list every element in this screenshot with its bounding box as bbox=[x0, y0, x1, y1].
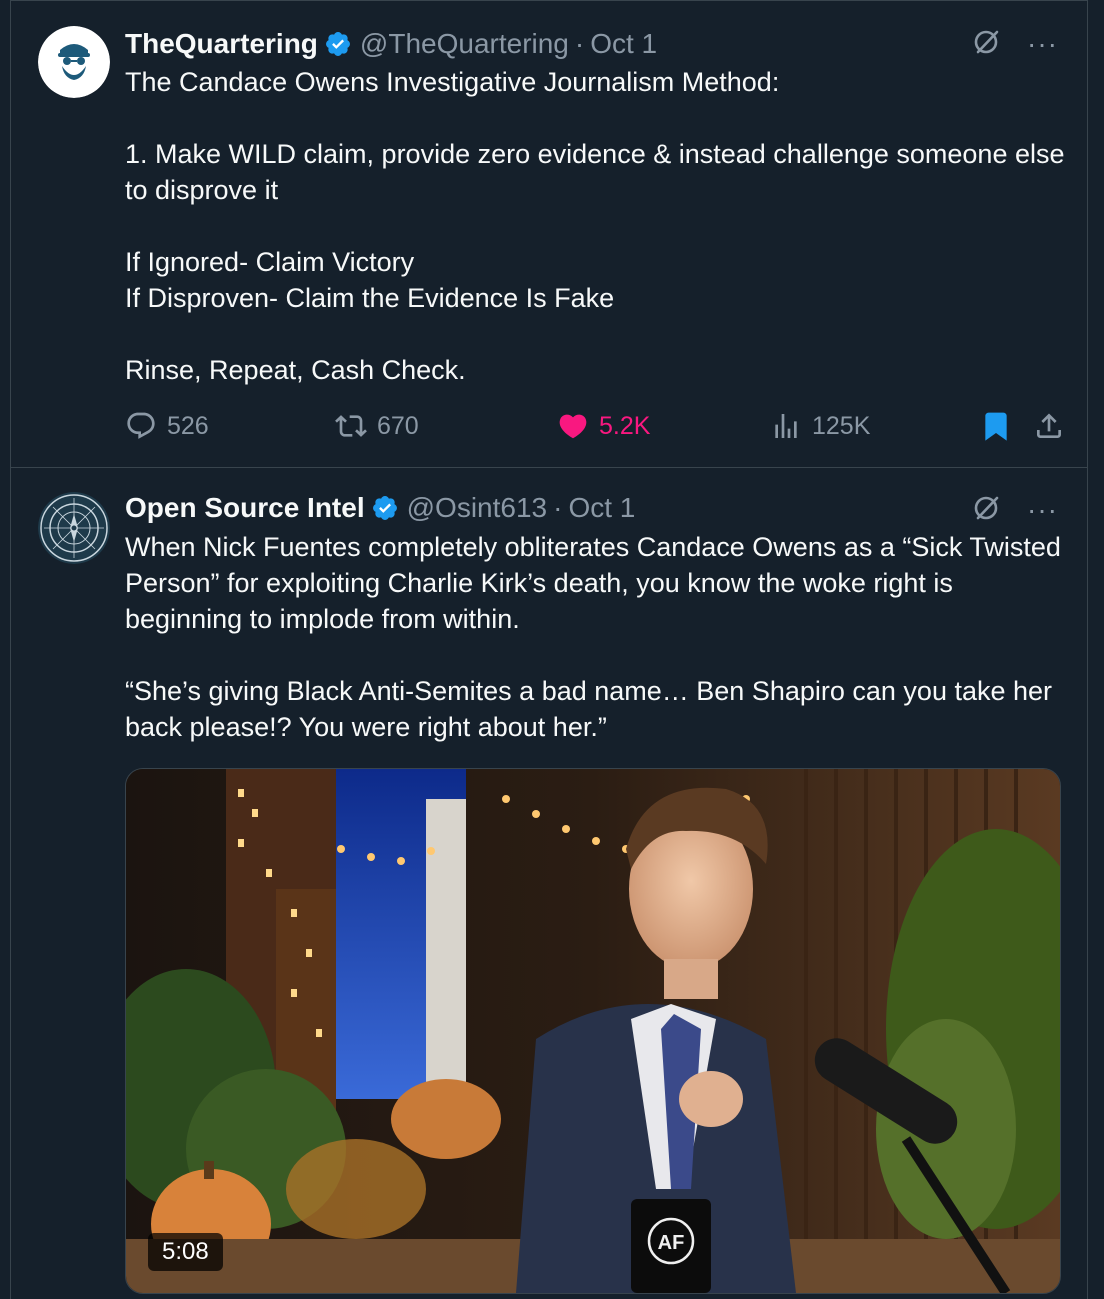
repost-count: 670 bbox=[377, 411, 419, 440]
verified-badge-icon[interactable] bbox=[371, 494, 399, 522]
views-count: 125K bbox=[812, 411, 871, 440]
heart-icon bbox=[559, 414, 587, 439]
grok-icon[interactable] bbox=[971, 493, 1001, 528]
text-line: “She’s giving Black Anti-Semites a bad n… bbox=[125, 676, 1053, 742]
tweet-text: When Nick Fuentes completely obliterates… bbox=[125, 529, 1065, 745]
verified-badge-icon[interactable] bbox=[324, 30, 352, 58]
repost-button[interactable]: 670 bbox=[335, 410, 419, 442]
grok-icon[interactable] bbox=[971, 27, 1001, 62]
avatar-thequartering[interactable] bbox=[38, 26, 110, 98]
bookmark-button[interactable] bbox=[980, 410, 1022, 442]
like-count: 5.2K bbox=[599, 411, 651, 440]
tweet-top-actions: ··· bbox=[971, 26, 1058, 62]
action-bar: 526 670 5.2K 125K bbox=[125, 410, 1065, 450]
more-options-icon[interactable]: ··· bbox=[1027, 496, 1058, 524]
bearded-man-logo-icon bbox=[38, 26, 110, 98]
author-handle[interactable]: @Osint613 bbox=[407, 492, 548, 524]
author-name[interactable]: Open Source Intel bbox=[125, 492, 365, 524]
reply-button[interactable]: 526 bbox=[125, 410, 209, 442]
author-name[interactable]: TheQuartering bbox=[125, 28, 318, 60]
tweet-header: Open Source Intel @Osint613 · Oct 1 bbox=[125, 490, 635, 526]
author-handle[interactable]: @TheQuartering bbox=[360, 28, 569, 60]
repost-icon bbox=[335, 415, 367, 437]
text-line: If Ignored- Claim Victory bbox=[125, 247, 415, 277]
share-button[interactable] bbox=[1033, 410, 1075, 442]
tweet-top-actions: ··· bbox=[971, 492, 1058, 528]
reply-count: 526 bbox=[167, 411, 209, 440]
tweet-thequartering[interactable]: TheQuartering @TheQuartering · Oct 1 ···… bbox=[10, 0, 1088, 468]
text-line: When Nick Fuentes completely obliterates… bbox=[125, 532, 1061, 634]
osint-compass-logo-icon bbox=[38, 492, 110, 564]
tweet-text: The Candace Owens Investigative Journali… bbox=[125, 64, 1065, 388]
more-options-icon[interactable]: ··· bbox=[1027, 30, 1058, 58]
views-button[interactable]: 125K bbox=[770, 410, 870, 442]
like-button[interactable]: 5.2K bbox=[557, 410, 650, 442]
text-line: 1. Make WILD claim, provide zero evidenc… bbox=[125, 139, 1065, 205]
tweet-osint613[interactable]: Open Source Intel @Osint613 · Oct 1 ··· … bbox=[10, 468, 1088, 1299]
text-line: The Candace Owens Investigative Journali… bbox=[125, 67, 780, 97]
video-thumbnail: AF bbox=[126, 769, 1060, 1293]
share-icon bbox=[1037, 413, 1061, 438]
text-line: If Disproven- Claim the Evidence Is Fake bbox=[125, 283, 615, 313]
tweet-date[interactable]: Oct 1 bbox=[590, 28, 657, 60]
tweet-date[interactable]: Oct 1 bbox=[568, 492, 635, 524]
text-line: Rinse, Repeat, Cash Check. bbox=[125, 355, 466, 385]
video-player[interactable]: AF 5:08 bbox=[125, 768, 1061, 1294]
views-icon bbox=[775, 414, 797, 438]
video-duration: 5:08 bbox=[148, 1233, 223, 1271]
avatar-osint613[interactable] bbox=[38, 492, 110, 564]
mug-logo: AF bbox=[658, 1232, 685, 1254]
separator-dot: · bbox=[574, 28, 585, 59]
bookmark-icon bbox=[985, 412, 1007, 441]
reply-icon bbox=[127, 412, 155, 439]
tweet-header: TheQuartering @TheQuartering · Oct 1 bbox=[125, 26, 657, 62]
separator-dot: · bbox=[553, 492, 563, 523]
